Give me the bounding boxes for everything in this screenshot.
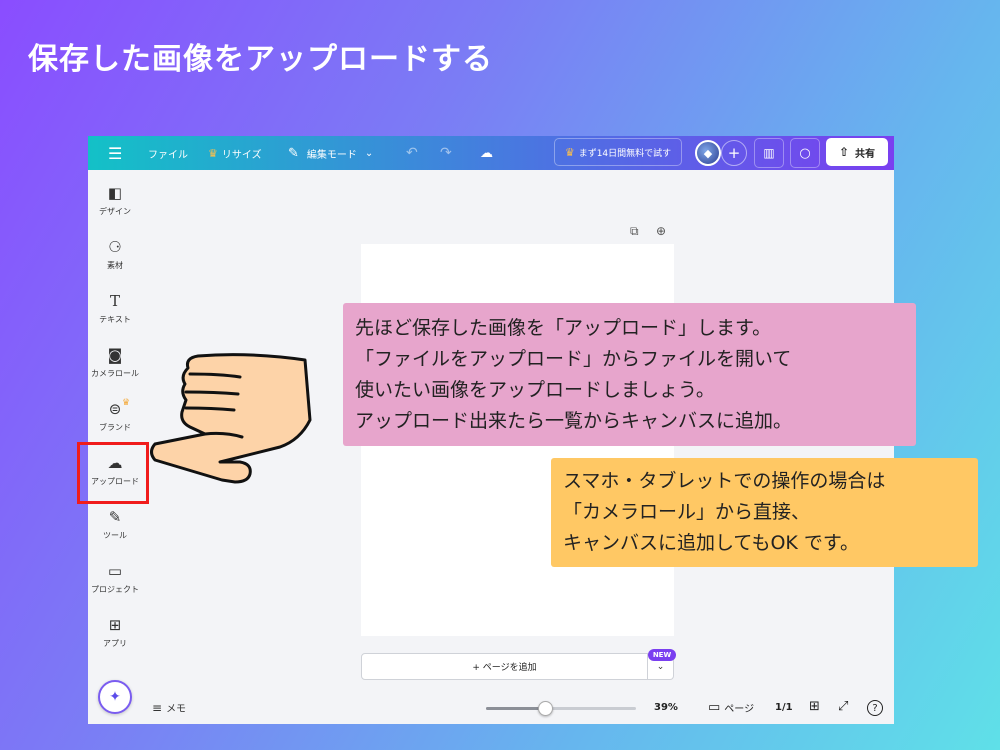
hamburger-menu-icon[interactable]: ☰: [108, 136, 122, 170]
instruction-callout: 先ほど保存した画像を「アップロード」します。 「ファイルをアップロード」からファ…: [343, 303, 916, 446]
share-icon: ⇧: [839, 145, 849, 159]
zoom-slider[interactable]: [486, 707, 636, 710]
sidebar-item-projects[interactable]: ▭ プロジェクト: [88, 554, 142, 602]
callout-line: 「カメラロール」から直接、: [563, 497, 966, 528]
sidebar-item-label: テキスト: [99, 314, 131, 325]
folder-icon: ▭: [108, 561, 122, 581]
add-collaborator-button[interactable]: +: [721, 140, 747, 166]
help-icon[interactable]: ?: [867, 700, 883, 716]
page-count: 1/1: [775, 702, 793, 713]
sidebar-item-brand[interactable]: ♛ ⊜ ブランド: [88, 392, 142, 440]
camera-icon: ◙: [108, 345, 123, 365]
apps-icon: ⊞: [109, 615, 122, 635]
cloud-save-icon[interactable]: ☁: [480, 136, 493, 170]
new-badge: NEW: [648, 649, 676, 661]
crown-icon: ♛: [122, 398, 130, 408]
undo-icon[interactable]: ↶: [406, 136, 418, 170]
free-trial-button[interactable]: ♛ まず14日間無料で試す: [554, 138, 682, 166]
mobile-tip-callout: スマホ・タブレットでの操作の場合は 「カメラロール」から直接、 キャンバスに追加…: [551, 458, 978, 567]
sidebar-item-label: アプリ: [103, 638, 127, 649]
comment-icon[interactable]: ○: [790, 138, 820, 168]
zoom-slider-handle[interactable]: [538, 701, 553, 716]
memo-button[interactable]: ≡ メモ: [152, 700, 186, 715]
sidebar-item-text[interactable]: T テキスト: [88, 284, 142, 332]
add-page-icon[interactable]: ⊕: [656, 224, 666, 238]
sidebar-item-label: カメラロール: [91, 368, 139, 379]
sidebar-item-label: ブランド: [99, 422, 131, 433]
sidebar-item-label: プロジェクト: [91, 584, 139, 595]
callout-line: 「ファイルをアップロード」からファイルを開いて: [355, 344, 904, 375]
pencil-icon: ✎: [288, 146, 299, 161]
trial-label: まず14日間無料で試す: [579, 146, 671, 159]
callout-line: スマホ・タブレットでの操作の場合は: [563, 466, 966, 497]
crown-icon: ♛: [208, 147, 218, 160]
zoom-slider-fill: [486, 707, 545, 710]
insights-icon[interactable]: ▥: [754, 138, 784, 168]
slide-title: 保存した画像をアップロードする: [28, 34, 493, 78]
share-label: 共有: [855, 145, 875, 160]
callout-line: キャンバスに追加してもOK です。: [563, 528, 966, 559]
pointing-hand-icon: [150, 352, 320, 487]
sidebar-item-tools[interactable]: ✎ ツール: [88, 500, 142, 548]
pages-view-button[interactable]: ▭ ページ: [708, 700, 754, 715]
resize-menu[interactable]: ♛ リサイズ: [208, 136, 262, 170]
top-toolbar: ☰ ファイル ♛ リサイズ ✎ 編集モード ⌄ ↶ ↷ ☁ ♛ まず14日間無料…: [88, 136, 894, 170]
pages-label: ページ: [724, 700, 754, 715]
tool-icon: ✎: [109, 507, 122, 527]
duplicate-page-icon[interactable]: ⧉: [630, 224, 639, 239]
memo-label: メモ: [166, 700, 186, 715]
notes-icon: ≡: [152, 701, 162, 715]
callout-line: アップロード出来たら一覧からキャンバスに追加。: [355, 406, 904, 437]
callout-line: 先ほど保存した画像を「アップロード」します。: [355, 313, 904, 344]
text-icon: T: [110, 291, 120, 311]
sidebar-item-design[interactable]: ◧ デザイン: [88, 176, 142, 224]
sidebar-item-label: 素材: [107, 260, 123, 271]
pages-icon: ▭: [708, 700, 720, 715]
sidebar-item-elements[interactable]: ⚆ 素材: [88, 230, 142, 278]
sidebar-item-label: ツール: [103, 530, 127, 541]
grid-view-icon[interactable]: ⊞: [809, 699, 820, 714]
zoom-level[interactable]: 39%: [654, 702, 678, 713]
sidebar-item-label: デザイン: [99, 206, 131, 217]
sidebar-item-camera-roll[interactable]: ◙ カメラロール: [88, 338, 142, 386]
add-page-button[interactable]: + ページを追加: [361, 653, 648, 680]
crown-icon: ♛: [565, 146, 575, 159]
upload-highlight-box: [77, 442, 149, 504]
share-button[interactable]: ⇧ 共有: [826, 138, 888, 166]
brand-icon: ⊜: [109, 399, 122, 419]
elements-icon: ⚆: [108, 237, 121, 257]
file-menu[interactable]: ファイル: [148, 136, 188, 170]
magic-assistant-button[interactable]: ✦: [98, 680, 132, 714]
fullscreen-icon[interactable]: ⤢: [838, 699, 848, 714]
redo-icon[interactable]: ↷: [440, 136, 452, 170]
resize-label: リサイズ: [222, 146, 262, 161]
sidebar-item-apps[interactable]: ⊞ アプリ: [88, 608, 142, 656]
edit-mode-dropdown[interactable]: ✎ 編集モード ⌄: [288, 136, 373, 170]
callout-line: 使いたい画像をアップロードしましょう。: [355, 375, 904, 406]
edit-mode-label: 編集モード: [307, 146, 357, 161]
design-icon: ◧: [108, 183, 122, 203]
avatar[interactable]: ◆: [695, 140, 721, 166]
chevron-down-icon: ⌄: [365, 148, 373, 159]
